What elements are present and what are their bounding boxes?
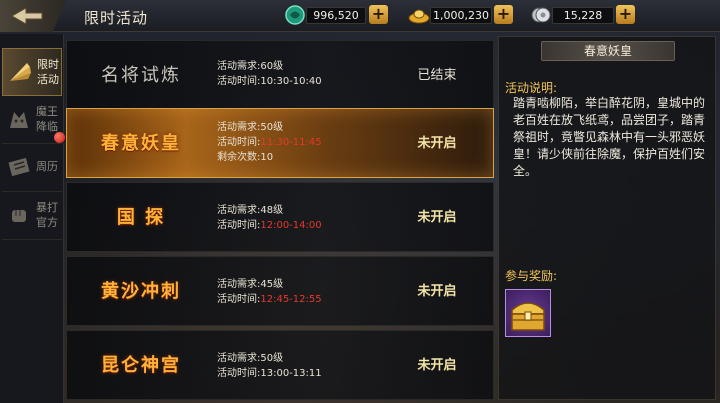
activity-info: 活动需求:50级 活动时间:13:00-13:11 <box>217 351 387 381</box>
fist-icon <box>12 210 26 222</box>
silver-coin-icon <box>531 7 551 23</box>
reward-label: 参与奖励: <box>505 269 558 283</box>
sidebar: 限时 活动 魔王 降临 周历 暴打 官方 <box>0 34 64 403</box>
activity-info: 活动需求:48级 活动时间:12:00-14:00 <box>217 203 387 233</box>
page-title: 限时活动 <box>84 9 149 27</box>
activity-row[interactable]: 黄沙冲刺 活动需求:45级 活动时间:12:45-12:55 未开启 <box>66 256 494 326</box>
activity-row-selected[interactable]: 春意妖皇 活动需求:50级 活动时间:11:30-11:45 剩余次数:10 未… <box>66 108 494 178</box>
notification-badge <box>54 132 65 143</box>
activity-detail-panel: 春意妖皇 活动说明: 踏青啮柳陌，举白醉花阴，皇城中的老百姓在放飞纸鸢，品尝团子… <box>498 36 716 400</box>
add-gold-ingot-button[interactable]: + <box>494 5 513 24</box>
activity-name: 黄沙冲刺 <box>101 281 181 302</box>
sidebar-item-label: 暴打 官方 <box>36 201 58 229</box>
jade-coin-icon <box>285 5 305 25</box>
activity-requirement: 活动需求:60级 <box>217 61 284 72</box>
activity-time: 10:30-10:40 <box>260 76 322 87</box>
back-button[interactable] <box>0 0 66 32</box>
activity-time: 11:30-11:45 <box>260 137 322 148</box>
activity-status: 未开启 <box>417 136 457 151</box>
sidebar-item-beat-official[interactable]: 暴打 官方 <box>2 192 62 240</box>
description-text: 踏青啮柳陌，举白醉花阴，皇城中的老百姓在放飞纸鸢，品尝团子，踏青祭祖时，竟瞥见森… <box>513 96 706 178</box>
scroll-icon <box>8 157 30 177</box>
currency-amount: 15,228 <box>552 7 614 24</box>
activity-time-line: 活动时间:12:45-12:55 <box>217 294 322 305</box>
treasure-chest-icon <box>511 302 545 331</box>
activity-status: 已结束 <box>417 68 457 83</box>
activity-time-line: 活动时间:13:00-13:11 <box>217 368 322 379</box>
activity-name: 昆仑神宫 <box>101 355 181 376</box>
back-arrow-icon <box>10 7 43 25</box>
activity-time-line: 活动时间:11:30-11:45 <box>217 137 322 148</box>
activity-info: 活动需求:45级 活动时间:12:45-12:55 <box>217 277 387 307</box>
gold-ingot-icon <box>408 9 430 24</box>
activity-info: 活动需求:60级 活动时间:10:30-10:40 <box>217 59 387 89</box>
activity-name: 名将试炼 <box>101 65 181 86</box>
activity-time: 12:45-12:55 <box>260 294 322 305</box>
top-bar: 限时活动 996,520 + 1,000,230 + 15,228 + <box>0 0 720 32</box>
sidebar-item-label: 周历 <box>36 160 58 173</box>
currency-silver: 15,228 + <box>530 4 635 26</box>
activity-status: 未开启 <box>417 358 457 373</box>
reward-item-slot[interactable] <box>505 289 551 337</box>
sidebar-item-label: 魔王 降临 <box>36 105 58 133</box>
activity-time: 12:00-14:00 <box>260 220 322 231</box>
currency-amount: 996,520 <box>306 7 366 24</box>
currency-amount: 1,000,230 <box>430 7 492 24</box>
detail-title: 春意妖皇 <box>541 41 675 61</box>
sidebar-item-label: 限时 活动 <box>37 58 59 86</box>
activity-info: 活动需求:50级 活动时间:11:30-11:45 剩余次数:10 <box>217 120 387 165</box>
activity-requirement: 活动需求:50级 <box>217 122 284 133</box>
sidebar-item-weekly-calendar[interactable]: 周历 <box>2 144 62 192</box>
currency-gold-ingot: 1,000,230 + <box>408 4 513 26</box>
activity-time: 13:00-13:11 <box>260 368 322 379</box>
fan-icon <box>10 63 31 81</box>
activity-row[interactable]: 名将试炼 活动需求:60级 活动时间:10:30-10:40 已结束 <box>66 40 494 110</box>
activity-time-line: 活动时间:12:00-14:00 <box>217 220 322 231</box>
sidebar-item-limited-events[interactable]: 限时 活动 <box>2 48 62 96</box>
activity-name: 国 探 <box>116 207 166 228</box>
activity-requirement: 活动需求:48级 <box>217 205 284 216</box>
activity-requirement: 活动需求:45级 <box>217 279 284 290</box>
activity-row[interactable]: 国 探 活动需求:48级 活动时间:12:00-14:00 未开启 <box>66 182 494 252</box>
activity-status: 未开启 <box>417 210 457 225</box>
add-silver-button[interactable]: + <box>616 5 635 24</box>
activity-time-line: 活动时间:10:30-10:40 <box>217 76 322 87</box>
activity-row[interactable]: 昆仑神宫 活动需求:50级 活动时间:13:00-13:11 未开启 <box>66 330 494 400</box>
activity-requirement: 活动需求:50级 <box>217 353 284 364</box>
add-jade-button[interactable]: + <box>369 5 388 24</box>
demon-icon <box>10 112 28 128</box>
sidebar-item-demon-king[interactable]: 魔王 降临 <box>2 96 62 144</box>
activity-name: 春意妖皇 <box>101 133 181 154</box>
description-label: 活动说明: <box>505 81 558 95</box>
activity-list: 名将试炼 活动需求:60级 活动时间:10:30-10:40 已结束 春意妖皇 … <box>66 34 496 403</box>
activity-status: 未开启 <box>417 284 457 299</box>
currency-jade: 996,520 + <box>284 4 388 26</box>
activity-remaining: 剩余次数:10 <box>217 152 274 163</box>
